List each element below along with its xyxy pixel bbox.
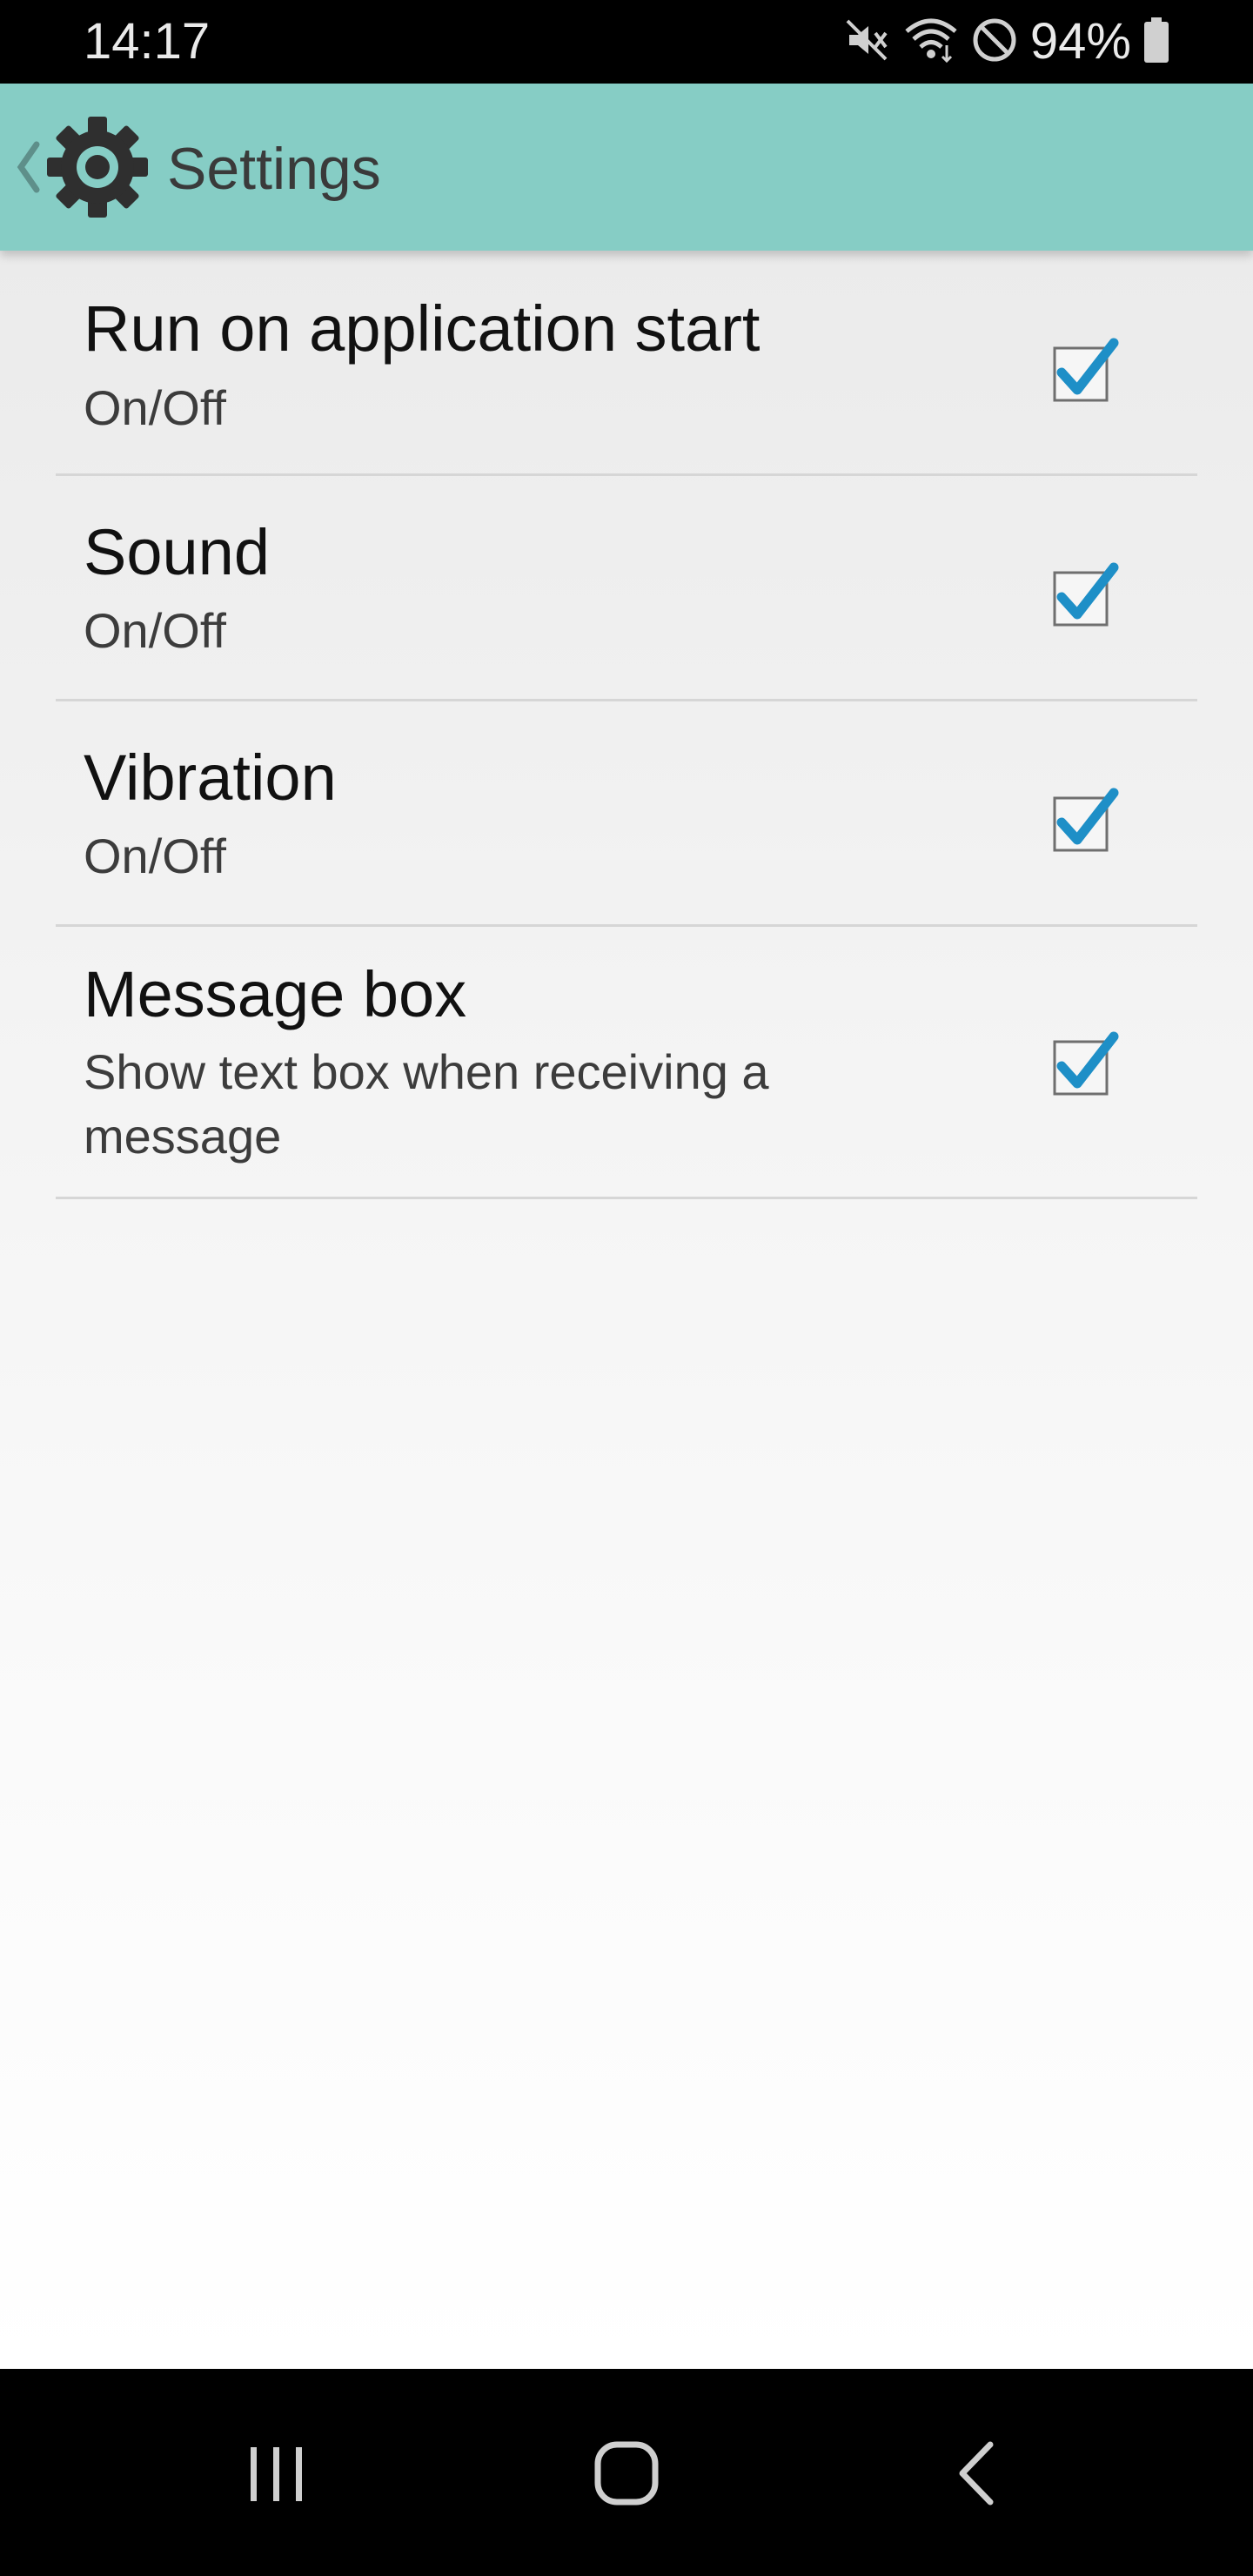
- checkbox-checked-icon[interactable]: [1044, 1023, 1122, 1101]
- wifi-icon: [903, 16, 959, 69]
- mute-icon: [842, 16, 891, 69]
- chevron-left-icon[interactable]: [12, 139, 44, 199]
- preference-summary: On/Off: [84, 828, 226, 883]
- preference-message-box[interactable]: Message box Show text box when receiving…: [0, 927, 1253, 1198]
- navigation-bar: [0, 2369, 1253, 2576]
- preference-summary: On/Off: [84, 603, 226, 658]
- checkbox-checked-icon[interactable]: [1044, 779, 1122, 857]
- status-time: 14:17: [84, 13, 211, 70]
- preference-summary: On/Off: [84, 380, 226, 435]
- page-title: Settings: [167, 136, 381, 202]
- preference-title: Sound: [84, 516, 270, 588]
- back-icon[interactable]: [924, 2430, 1029, 2517]
- android-screen: 14:17 94% Settings Run on application st…: [0, 0, 1253, 2576]
- recent-apps-icon[interactable]: [224, 2430, 329, 2517]
- do-not-disturb-icon: [971, 17, 1018, 68]
- battery-icon: [1143, 17, 1169, 67]
- preference-title: Vibration: [84, 741, 337, 814]
- battery-percentage: 94%: [1029, 13, 1131, 70]
- preference-vibration[interactable]: Vibration On/Off: [0, 701, 1253, 924]
- preference-summary: Show text box when receiving a message: [84, 1044, 769, 1164]
- status-icons: 94%: [842, 14, 1169, 70]
- status-bar: 14:17 94%: [0, 0, 1253, 84]
- checkbox-checked-icon[interactable]: [1044, 329, 1122, 407]
- home-icon[interactable]: [574, 2430, 679, 2517]
- gear-icon[interactable]: [44, 113, 151, 225]
- preference-title: Run on application start: [84, 292, 761, 365]
- preference-run-on-start[interactable]: Run on application start On/Off: [0, 251, 1253, 475]
- preference-title: Message box: [84, 958, 467, 1030]
- preferences-list: Run on application start On/Off Sound On…: [0, 251, 1253, 2369]
- preference-sound[interactable]: Sound On/Off: [0, 476, 1253, 699]
- action-bar: Settings: [0, 84, 1253, 251]
- checkbox-checked-icon[interactable]: [1044, 553, 1122, 632]
- divider: [56, 1197, 1197, 1199]
